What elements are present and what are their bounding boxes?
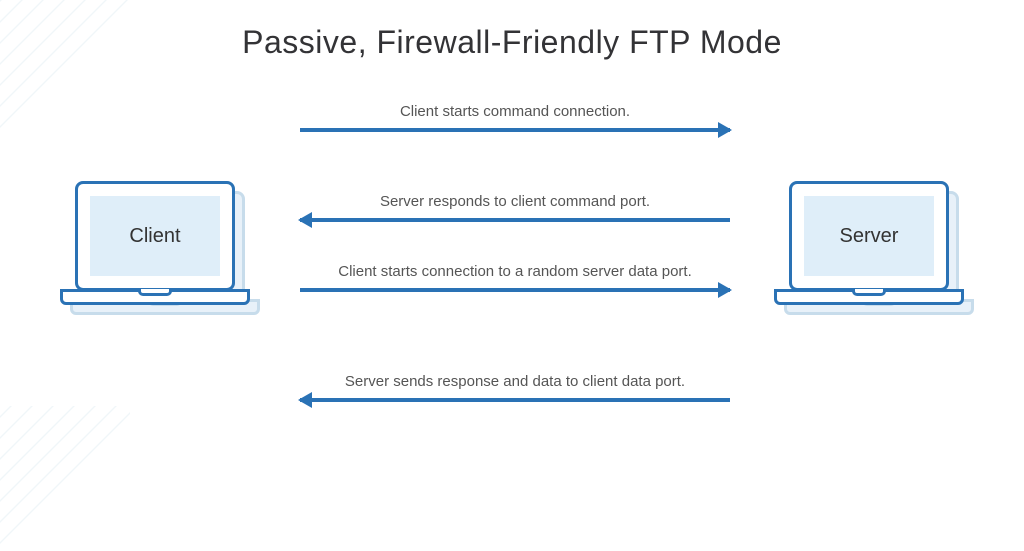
server-laptop: . Server bbox=[774, 181, 964, 341]
step-3: Client starts connection to a random ser… bbox=[300, 261, 730, 292]
step-4-label: Server sends response and data to client… bbox=[300, 371, 730, 392]
arrow-right-icon bbox=[300, 288, 730, 292]
client-label: Client bbox=[90, 196, 220, 276]
step-1: Client starts command connection. bbox=[300, 101, 730, 132]
server-label: Server bbox=[804, 196, 934, 276]
step-4: Server sends response and data to client… bbox=[300, 371, 730, 402]
step-2-label: Server responds to client command port. bbox=[300, 191, 730, 212]
arrow-right-icon bbox=[300, 128, 730, 132]
client-laptop: . Client bbox=[60, 181, 250, 341]
arrow-left-icon bbox=[300, 398, 730, 402]
diagram-title: Passive, Firewall-Friendly FTP Mode bbox=[0, 0, 1024, 61]
step-2: Server responds to client command port. bbox=[300, 191, 730, 222]
diagram-canvas: . Client . Server Client starts command … bbox=[0, 81, 1024, 541]
arrow-left-icon bbox=[300, 218, 730, 222]
step-1-label: Client starts command connection. bbox=[300, 101, 730, 122]
step-3-label: Client starts connection to a random ser… bbox=[300, 261, 730, 282]
